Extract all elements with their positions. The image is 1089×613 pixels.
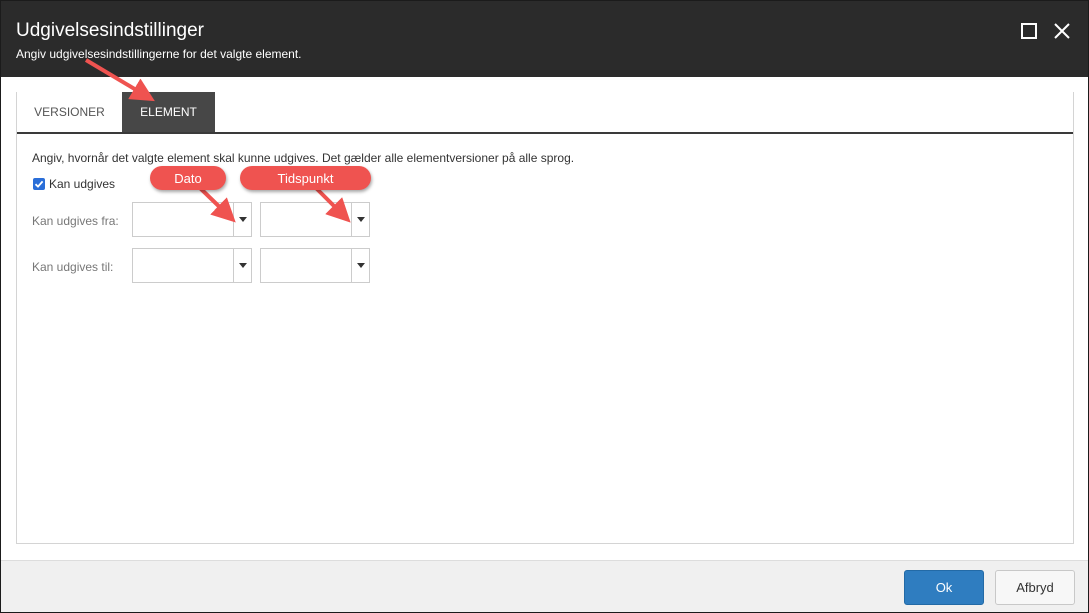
dialog-title: Udgivelsesindstillinger [16,20,204,41]
publish-from-date-value [133,203,234,236]
publishing-settings-dialog: Udgivelsesindstillinger Angiv udgivelses… [0,0,1089,613]
cancel-button[interactable]: Afbryd [995,570,1075,605]
publish-from-time-value [261,203,352,236]
tab-panel: VERSIONER ELEMENT Angiv, hvornår det val… [16,92,1074,544]
checkmark-icon [34,180,44,188]
publish-to-label: Kan udgives til: [32,260,114,274]
tab-bar: VERSIONER ELEMENT [17,92,1073,134]
ok-button[interactable]: Ok [904,570,984,605]
publishable-checkbox[interactable] [33,178,45,190]
publishable-checkbox-row[interactable]: Kan udgives [33,177,115,191]
maximize-icon [1021,23,1037,39]
close-button[interactable] [1051,20,1073,42]
dialog-subtitle: Angiv udgivelsesindstillingerne for det … [16,47,302,61]
publish-to-time-value [261,249,352,282]
publish-to-date-picker[interactable] [132,248,252,283]
panel-description: Angiv, hvornår det valgte element skal k… [32,151,575,165]
tab-element[interactable]: ELEMENT [122,92,215,132]
publish-to-date-value [133,249,234,282]
maximize-button[interactable] [1018,20,1040,42]
publish-to-time-picker[interactable] [260,248,370,283]
publish-from-time-picker[interactable] [260,202,370,237]
publishable-label: Kan udgives [49,177,116,191]
title-bar: Udgivelsesindstillinger Angiv udgivelses… [1,1,1088,77]
dialog-footer: Ok Afbryd [1,560,1088,612]
caret-down-icon[interactable] [352,249,369,282]
tab-versions[interactable]: VERSIONER [17,92,122,132]
publish-from-date-picker[interactable] [132,202,252,237]
publish-from-label: Kan udgives fra: [32,214,119,228]
close-icon [1054,23,1070,39]
caret-down-icon[interactable] [234,203,251,236]
caret-down-icon[interactable] [234,249,251,282]
caret-down-icon[interactable] [352,203,369,236]
dialog-content: VERSIONER ELEMENT Angiv, hvornår det val… [1,77,1088,560]
